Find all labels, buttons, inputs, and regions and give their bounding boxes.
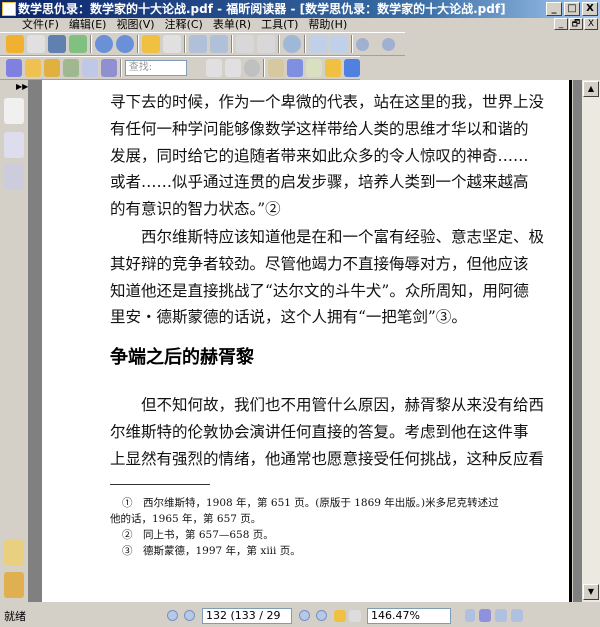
forward-nav-icon[interactable] <box>349 609 361 622</box>
back-icon[interactable] <box>142 35 160 53</box>
comments-tab-icon[interactable] <box>4 540 24 566</box>
menu-view[interactable]: 视图(V) <box>116 18 154 32</box>
section-heading: 争端之后的赫胥黎 <box>110 347 254 368</box>
paragraph-line: 或者……似乎通过连贯的启发步骤，培养人类到一个越来越高 <box>110 173 529 191</box>
footnote-line: ① 西尔维斯特，1908 年，第 651 页。(原版于 1869 年出版。)米多… <box>122 497 499 509</box>
pages-tab-icon[interactable] <box>4 132 24 158</box>
fit-width-icon[interactable] <box>330 35 348 53</box>
textbox-tool-icon[interactable] <box>306 59 323 77</box>
expand-sidebar-icon[interactable]: ▶▶ <box>16 82 28 91</box>
email-icon[interactable] <box>69 35 87 53</box>
find-next-icon[interactable] <box>225 59 242 77</box>
doc-close-button[interactable]: X <box>584 18 598 30</box>
paragraph-line: 里安・德斯蒙德的话说，这个人拥有“一把笔剑”③。 <box>110 308 467 326</box>
hand-tool-icon[interactable] <box>6 59 22 77</box>
find-prev-icon[interactable] <box>206 59 223 77</box>
attachments-tab-icon[interactable] <box>4 572 24 598</box>
paragraph-line: 发展，同时给它的追随者带来如此众多的令人惊叹的神奇…… <box>110 147 529 165</box>
footnote-line: ③ 德斯蒙德，1997 年，第 xiii 页。 <box>122 545 301 557</box>
status-bar: 就绪 132 (133 / 29 146.47% <box>0 604 600 627</box>
navigation-sidebar: ▶▶ <box>0 80 28 600</box>
facing-icon[interactable] <box>495 609 507 622</box>
paragraph-line: 但不知何故，我们也不用管什么原因，赫胥黎从来没有给西 <box>141 396 545 414</box>
print-icon[interactable] <box>48 35 66 53</box>
open-icon[interactable] <box>6 35 24 53</box>
doc-minimize-button[interactable]: _ <box>554 18 568 30</box>
last-page-icon[interactable] <box>316 610 327 621</box>
menu-form[interactable]: 表单(R) <box>213 18 251 32</box>
menu-edit[interactable]: 编辑(E) <box>69 18 107 32</box>
binoculars-icon[interactable] <box>62 59 79 77</box>
next-page-button-icon[interactable] <box>299 610 310 621</box>
minimize-button[interactable]: _ <box>546 2 562 16</box>
doc-restore-button[interactable]: 🗗 <box>569 18 583 30</box>
menu-help[interactable]: 帮助(H) <box>308 18 347 32</box>
close-button[interactable]: X <box>582 2 598 16</box>
app-icon <box>2 2 16 16</box>
footnote-line: 他的话，1965 年，第 657 页。 <box>110 513 262 525</box>
vertical-scrollbar[interactable]: ▲ ▼ <box>582 80 600 602</box>
paragraph-line: 其好辩的竞争者较劲。尽管他竭力不直接侮辱对方，但他应该 <box>110 255 529 273</box>
paragraph-line: 有任何一种学问能够像数学这样带给人类的思维才华以和谐的 <box>110 120 529 138</box>
zoom-level-select[interactable]: 146.47% <box>367 607 451 624</box>
find-input[interactable]: 查找: <box>124 60 188 76</box>
snapshot-icon[interactable] <box>100 59 117 77</box>
page-number-input[interactable]: 132 (133 / 29 <box>202 607 292 624</box>
title-bar: 数学思仇录：数学家的十大论战.pdf - 福昕阅读器 - [数学思仇录：数学家的… <box>0 0 600 18</box>
save-icon[interactable] <box>27 35 45 53</box>
maximize-button[interactable]: □ <box>564 2 580 16</box>
zoom-out-icon[interactable] <box>356 37 369 51</box>
prev-page-button-icon[interactable] <box>184 610 195 621</box>
single-page-icon[interactable] <box>465 609 475 622</box>
main-toolbar <box>0 32 405 56</box>
arrow-tool-icon[interactable] <box>344 59 360 77</box>
menu-bar: 文件(F) 编辑(E) 视图(V) 注释(C) 表单(R) 工具(T) 帮助(H… <box>0 18 600 32</box>
tools-toolbar: 查找: <box>0 56 360 80</box>
extract-page-icon[interactable] <box>189 35 207 53</box>
menu-file[interactable]: 文件(F) <box>22 18 59 32</box>
attachment-tool-icon[interactable] <box>268 59 285 77</box>
comment-tool-icon[interactable] <box>325 59 342 77</box>
menu-tools[interactable]: 工具(T) <box>261 18 298 32</box>
zoom-in-tool-icon[interactable] <box>283 35 301 53</box>
zoom-in-icon[interactable] <box>382 37 395 51</box>
footnote-line: ② 同上书，第 657—658 页。 <box>122 529 274 541</box>
menu-comment[interactable]: 注释(C) <box>165 18 203 32</box>
typewriter-icon[interactable] <box>81 59 98 77</box>
select-text-icon[interactable] <box>24 59 41 77</box>
scroll-down-button[interactable]: ▼ <box>583 584 599 600</box>
fit-page-icon[interactable] <box>309 35 327 53</box>
first-page-icon[interactable] <box>167 610 178 621</box>
insert-page-icon[interactable] <box>210 35 228 53</box>
layers-tab-icon[interactable] <box>4 164 24 190</box>
select-arrow-icon[interactable] <box>43 59 60 77</box>
paragraph-line: 西尔维斯特应该知道他是在和一个富有经验、意志坚定、极 <box>141 228 545 246</box>
redo-icon[interactable] <box>257 35 275 53</box>
paragraph-line: 的有意识的智力状态。”② <box>110 200 281 218</box>
paragraph-line: 知道他还是直接挑战了“达尔文的斗牛犬”。众所周知，用阿德 <box>110 282 529 300</box>
search-icon[interactable] <box>244 59 261 77</box>
paragraph-line: 寻下去的时候，作为一个卑微的代表，站在这里的我，世界上没 <box>110 93 545 111</box>
continuous-facing-icon[interactable] <box>511 609 523 622</box>
continuous-icon[interactable] <box>479 609 491 622</box>
undo-icon[interactable] <box>236 35 254 53</box>
prev-page-icon[interactable] <box>95 35 113 53</box>
window-title: 数学思仇录：数学家的十大论战.pdf - 福昕阅读器 - [数学思仇录：数学家的… <box>18 2 506 16</box>
forward-icon[interactable] <box>163 35 181 53</box>
paragraph-line: 尔维斯特的伦敦协会演讲任何直接的答复。考虑到他在这件事 <box>110 423 529 441</box>
next-page-icon[interactable] <box>116 35 134 53</box>
footnote-divider <box>110 484 210 485</box>
paragraph-line: 上显然有强烈的情绪，他通常也愿意接受任何挑战，这种反应看 <box>110 450 545 468</box>
status-text: 就绪 <box>4 609 26 623</box>
note-tool-icon[interactable] <box>287 59 304 77</box>
scroll-up-button[interactable]: ▲ <box>583 81 599 97</box>
back-nav-icon[interactable] <box>334 609 346 622</box>
bookmarks-tab-icon[interactable] <box>4 98 24 124</box>
